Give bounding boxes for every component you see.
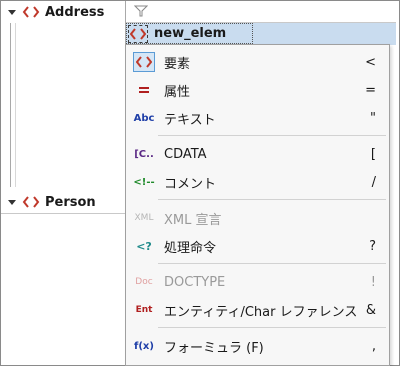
- collapse-arrow-icon[interactable]: [6, 6, 18, 18]
- menu-separator: [158, 327, 386, 328]
- attribute-icon: [133, 80, 155, 100]
- menu-item-label: 処理命令: [164, 240, 217, 256]
- menu-item-label: フォーミュラ (F): [164, 340, 264, 356]
- menu-item-label: コメント: [164, 176, 217, 192]
- menu-item-text[interactable]: Abc テキスト ": [127, 105, 388, 131]
- menu-item-attribute[interactable]: 属性 =: [127, 77, 388, 103]
- processing-instruction-icon: <?: [136, 239, 152, 253]
- element-name: Person: [45, 194, 96, 210]
- menu-item-processing-instruction[interactable]: <? 処理命令 ?: [127, 233, 388, 259]
- new-element-name[interactable]: new_elem: [154, 26, 226, 41]
- tree-row-person[interactable]: Person: [1, 191, 125, 213]
- comment-icon: <!--: [133, 176, 155, 188]
- menu-item-shortcut: !: [370, 274, 376, 290]
- element-icon: [22, 194, 40, 210]
- menu-separator: [158, 199, 386, 200]
- menu-item-entity-reference[interactable]: Ent エンティティ/Char レファレンス &: [127, 297, 388, 323]
- menu-item-label: テキスト: [164, 112, 216, 128]
- menu-item-shortcut: ,: [371, 338, 376, 354]
- formula-icon: f(x): [134, 340, 154, 352]
- menu-item-element[interactable]: 要素 <: [127, 49, 388, 75]
- tree-indent-line: [15, 23, 16, 187]
- element-icon: [22, 4, 40, 20]
- menu-item-shortcut: /: [371, 174, 376, 190]
- filter-icon[interactable]: [133, 5, 149, 17]
- menu-item-label: エンティティ/Char レファレンス: [164, 304, 358, 320]
- tree-row-address[interactable]: Address: [1, 1, 125, 23]
- element-icon: [133, 52, 155, 72]
- menu-item-label: 要素: [164, 56, 191, 72]
- xml-declaration-icon: XML: [134, 213, 154, 223]
- menu-separator: [158, 263, 386, 264]
- menu-item-label: XML 宣言: [164, 212, 222, 228]
- menu-item-shortcut: <: [365, 54, 376, 70]
- menu-item-comment[interactable]: <!-- コメント /: [127, 169, 388, 195]
- row-divider: [1, 213, 125, 214]
- element-icon: [128, 25, 148, 43]
- menu-item-shortcut: &: [365, 302, 376, 318]
- menu-item-shortcut: =: [365, 82, 376, 98]
- filter-row[interactable]: [126, 1, 396, 23]
- collapse-arrow-icon[interactable]: [6, 196, 18, 208]
- menu-item-label: CDATA: [164, 146, 207, 162]
- new-element-row[interactable]: new_elem: [126, 23, 396, 45]
- menu-item-shortcut: ?: [369, 238, 376, 254]
- menu-item-label: DOCTYPE: [164, 274, 226, 290]
- menu-item-cdata[interactable]: [C.. CDATA [: [127, 141, 388, 167]
- tree-connector-line: [10, 23, 11, 187]
- cdata-icon: [C..: [134, 148, 154, 160]
- menu-item-label: 属性: [164, 84, 191, 100]
- menu-item-formula[interactable]: f(x) フォーミュラ (F) ,: [127, 333, 388, 359]
- element-name: Address: [45, 4, 105, 20]
- menu-item-doctype: Doc DOCTYPE !: [127, 269, 388, 295]
- menu-separator: [158, 135, 386, 136]
- menu-item-shortcut: ": [370, 110, 376, 126]
- doctype-icon: Doc: [135, 277, 153, 287]
- entity-icon: Ent: [135, 305, 153, 315]
- text-icon: Abc: [133, 112, 155, 124]
- menu-item-shortcut: [: [370, 146, 376, 162]
- menu-item-xml-declaration: XML XML 宣言: [127, 205, 388, 231]
- insert-context-menu: 要素 < 属性 = Abc テキスト " [C.. CDATA [ <!-- コ…: [125, 44, 390, 366]
- xml-grid-window: Address Person new_elem 要素 < 属性 = Abc テキ…: [0, 0, 400, 366]
